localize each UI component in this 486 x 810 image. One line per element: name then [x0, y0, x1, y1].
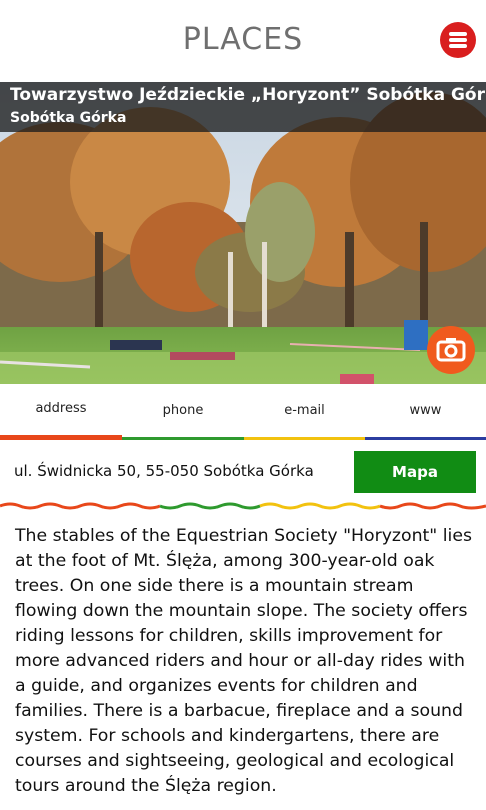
address-text: ul. Świdnicka 50, 55-050 Sobótka Górka [14, 462, 314, 480]
tab-address-label: address [35, 401, 87, 416]
camera-icon [436, 338, 466, 362]
add-photo-button[interactable] [427, 326, 475, 374]
tab-phone-label: phone [162, 403, 204, 418]
place-city: Sobótka Górka [10, 110, 127, 126]
place-description: The stables of the Equestrian Society "H… [15, 526, 472, 796]
tab-email-label: e-mail [284, 403, 325, 418]
tab-www-label: www [409, 403, 442, 418]
decorative-divider [0, 502, 486, 510]
contact-tabs: address phone e-mail www [0, 384, 486, 440]
hamburger-icon [449, 32, 467, 36]
map-button[interactable]: Mapa [354, 451, 476, 493]
page-title: PLACES [182, 22, 304, 57]
tab-phone[interactable]: phone [122, 384, 244, 440]
address-row: ul. Świdnicka 50, 55-050 Sobótka Górka M… [0, 440, 486, 504]
tab-www[interactable]: www [365, 384, 486, 440]
menu-button[interactable] [440, 22, 476, 58]
tab-address[interactable]: address [0, 384, 122, 440]
hamburger-icon-line [449, 38, 467, 42]
place-photo: Towarzystwo Jeździeckie „Horyzont” Sobót… [0, 82, 486, 384]
tab-email[interactable]: e-mail [244, 384, 365, 440]
hamburger-icon-line [449, 44, 467, 48]
place-title-overlay: Towarzystwo Jeździeckie „Horyzont” Sobót… [0, 82, 486, 132]
place-name: Towarzystwo Jeździeckie „Horyzont” Sobót… [10, 85, 486, 105]
top-bar: PLACES [0, 0, 486, 82]
